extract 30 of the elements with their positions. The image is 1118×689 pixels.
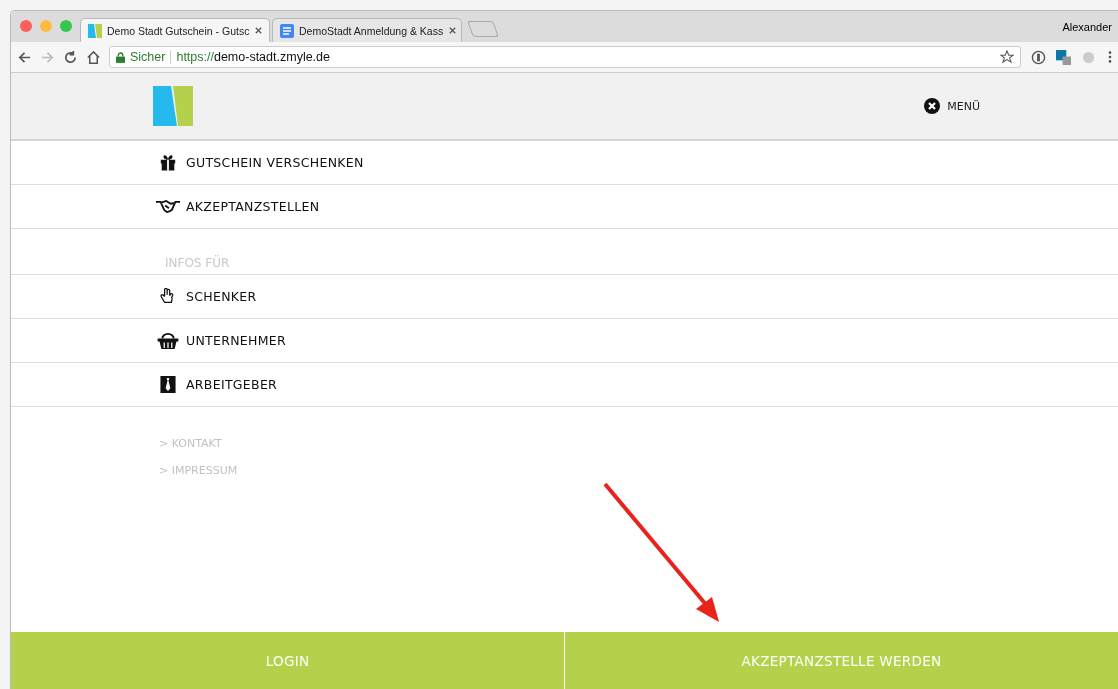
tab-title: DemoStadt Anmeldung & Kass bbox=[299, 24, 444, 37]
more-menu-icon[interactable] bbox=[1108, 50, 1112, 64]
lock-icon bbox=[116, 51, 125, 63]
close-icon bbox=[924, 98, 941, 114]
document-icon bbox=[280, 23, 294, 38]
handshake-icon bbox=[155, 198, 181, 215]
profile-name[interactable]: Alexander bbox=[1062, 21, 1112, 33]
extension-icon[interactable] bbox=[1056, 49, 1071, 65]
address-bar[interactable]: Sicher https://demo-stadt.zmyle.de bbox=[109, 46, 1021, 68]
gift-icon bbox=[159, 154, 177, 171]
info-icon[interactable] bbox=[1031, 49, 1046, 65]
menu-item[interactable]: AKZEPTANZSTELLEN bbox=[11, 185, 1118, 229]
tie-icon bbox=[159, 376, 177, 393]
reload-icon[interactable] bbox=[63, 49, 78, 65]
close-tab-icon[interactable] bbox=[448, 26, 458, 35]
close-tab-icon[interactable] bbox=[254, 26, 264, 35]
menu-item[interactable]: ARBEITGEBER bbox=[11, 363, 1118, 407]
menu-item[interactable]: SCHENKER bbox=[11, 275, 1118, 319]
logo-icon bbox=[88, 23, 102, 38]
browser-tab[interactable]: DemoStadt Anmeldung & Kass bbox=[272, 18, 462, 42]
url-text: https://demo-stadt.zmyle.de bbox=[176, 50, 331, 64]
menu-item[interactable]: GUTSCHEIN VERSCHENKEN bbox=[11, 141, 1118, 185]
menu-item[interactable]: UNTERNEHMER bbox=[11, 319, 1118, 363]
basket-icon bbox=[155, 332, 181, 349]
tab-title: Demo Stadt Gutschein - Gutsc bbox=[107, 24, 250, 37]
menu-button[interactable]: MENÜ bbox=[924, 98, 980, 114]
browser-tab[interactable]: Demo Stadt Gutschein - Gutsc bbox=[80, 18, 270, 42]
star-icon[interactable] bbox=[1000, 50, 1014, 64]
secure-label: Sicher bbox=[130, 50, 166, 64]
home-icon[interactable] bbox=[86, 49, 101, 65]
